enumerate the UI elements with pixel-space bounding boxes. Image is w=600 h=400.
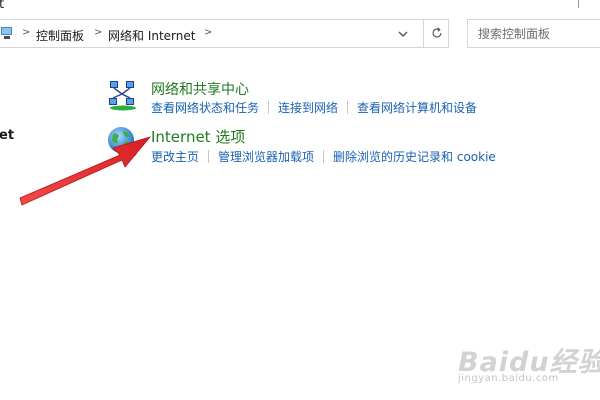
watermark-url: jingyan.baidu.com (458, 373, 559, 384)
